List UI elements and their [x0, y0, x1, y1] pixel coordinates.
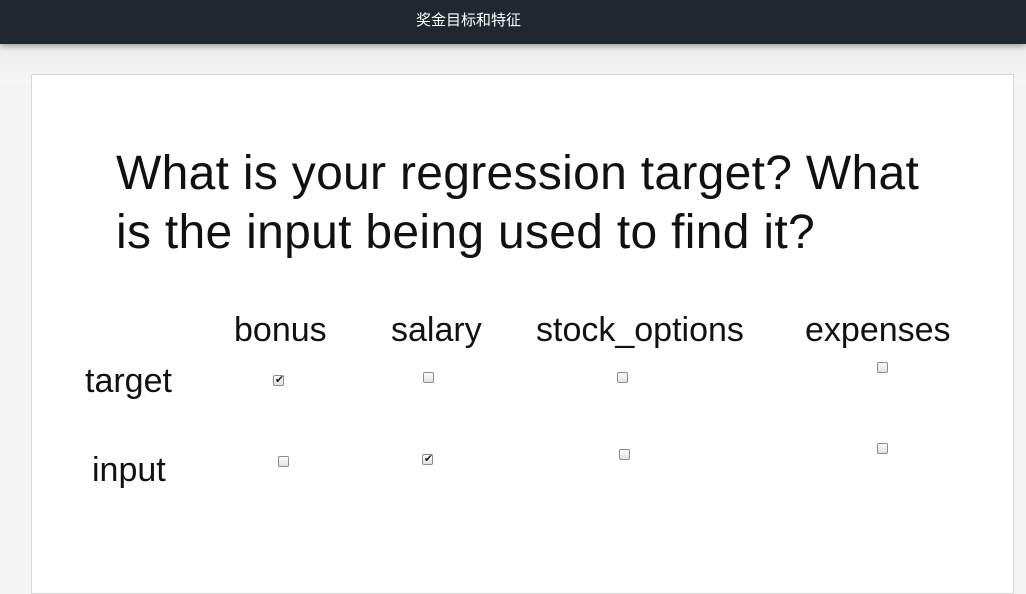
- checkbox-input-stock-options[interactable]: [619, 449, 630, 460]
- checkbox-input-salary[interactable]: ✔: [422, 452, 434, 465]
- question-line-1: What is your regression target? What: [116, 147, 920, 200]
- question-line-2: is the input being used to find it?: [116, 206, 815, 259]
- column-header-expenses: expenses: [805, 311, 951, 349]
- check-mark-icon: ✔: [423, 452, 434, 465]
- checkbox-input-bonus[interactable]: [278, 456, 289, 467]
- checkbox-target-salary[interactable]: [423, 372, 434, 383]
- column-header-bonus: bonus: [234, 311, 327, 349]
- checkbox-target-expenses[interactable]: [877, 362, 888, 373]
- checkbox-input-expenses[interactable]: [877, 443, 888, 454]
- top-bar: 奖金目标和特征: [0, 0, 1026, 44]
- page-title: 奖金目标和特征: [416, 11, 522, 29]
- row-header-input: input: [92, 451, 166, 489]
- column-header-salary: salary: [391, 311, 482, 349]
- column-header-stock-options: stock_options: [536, 311, 744, 349]
- row-header-target: target: [85, 362, 172, 400]
- checkbox-target-bonus[interactable]: ✔: [273, 373, 285, 386]
- question-text: What is your regression target? What is …: [116, 144, 996, 262]
- checkbox-target-stock-options[interactable]: [617, 372, 628, 383]
- check-mark-icon: ✔: [274, 373, 285, 386]
